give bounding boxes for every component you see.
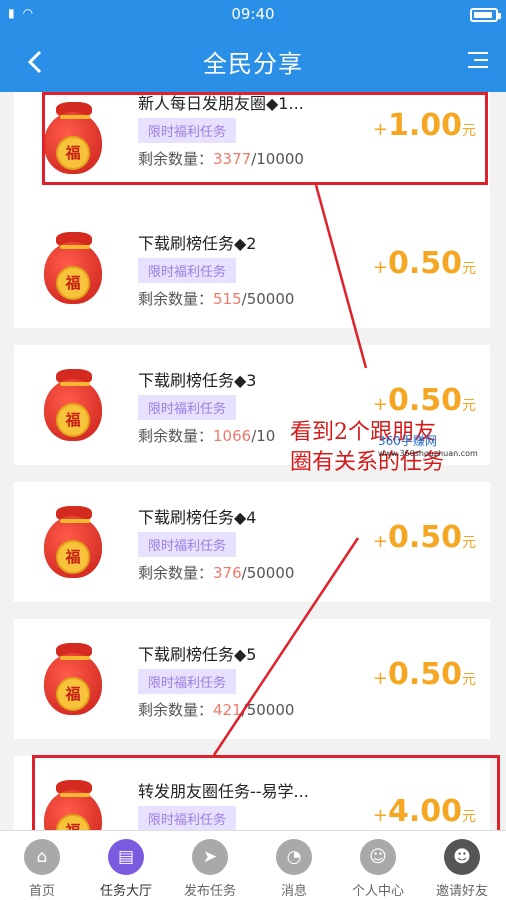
tab-profile[interactable]: ☺ 个人中心 [336,839,420,899]
task-title: 下载刷榜任务◆5 [138,645,257,664]
invite-icon: ☻ [444,839,480,875]
fortune-bag-icon: 福 [36,365,118,447]
task-title: 下载刷榜任务◆2 [138,234,257,253]
menu-icon[interactable] [466,50,488,70]
task-reward: +0.50元 [372,383,476,418]
tab-label: 任务大厅 [99,884,152,899]
task-reward: +0.50元 [372,520,476,555]
task-title: 新人每日发朋友圈◆1... [138,94,304,113]
fortune-bag-icon: 福 [36,639,118,721]
status-bar: ▮ ◠ 09:40 [0,0,506,30]
tab-label: 个人中心 [351,884,404,899]
message-icon: ◔ [276,839,312,875]
task-remaining: 剩余数量：515/50000 [138,290,295,308]
task-card[interactable]: 福 新人每日发朋友圈◆1... 限时福利任务 剩余数量：3377/10000 +… [14,92,490,210]
tab-task-hall[interactable]: ▤ 任务大厅 [84,839,168,899]
task-tag: 限时福利任务 [138,806,237,830]
watermark: 360手赚网 www.360shouzhuan.com [378,434,478,458]
task-tag: 限时福利任务 [138,395,237,420]
tab-home[interactable]: ⌂ 首页 [0,839,84,899]
tab-label: 邀请好友 [435,884,488,899]
bottom-tab-bar: ⌂ 首页 ▤ 任务大厅 ➤ 发布任务 ◔ 消息 ☺ 个人中心 ☻ 邀请好友 [0,830,506,900]
task-reward: +0.50元 [372,246,476,281]
tab-label: 首页 [28,884,55,899]
task-tag: 限时福利任务 [138,669,237,694]
tab-invite-friends[interactable]: ☻ 邀请好友 [420,839,504,899]
task-tag: 限时福利任务 [138,532,237,557]
nav-bar: 全民分享 [0,30,506,92]
task-remaining: 剩余数量：376/50000 [138,564,295,582]
task-title: 下载刷榜任务◆3 [138,371,257,390]
task-reward: +4.00元 [372,794,476,829]
send-icon: ➤ [192,839,228,875]
task-reward: +0.50元 [372,657,476,692]
tab-label: 消息 [280,884,307,899]
page-title: 全民分享 [203,50,303,78]
fortune-bag-icon: 福 [36,776,118,830]
task-hall-icon: ▤ [108,839,144,875]
status-time: 09:40 [231,5,275,23]
battery-icon [470,8,501,22]
task-title: 转发朋友圈任务--易学... [138,782,309,801]
task-title: 下载刷榜任务◆4 [138,508,257,527]
fortune-bag-icon: 福 [36,502,118,584]
task-remaining: 剩余数量：3377/10000 [138,150,304,168]
task-card[interactable]: 福 下载刷榜任务◆5 限时福利任务 剩余数量：421/50000 +0.50元 [14,619,490,739]
task-remaining: 剩余数量：421/50000 [138,701,295,719]
task-tag: 限时福利任务 [138,258,237,283]
home-icon: ⌂ [24,839,60,875]
task-tag: 限时福利任务 [138,118,237,143]
task-card[interactable]: 福 转发朋友圈任务--易学... 限时福利任务 +4.00元 [14,756,490,830]
tab-messages[interactable]: ◔ 消息 [252,839,336,899]
fortune-bag-icon: 福 [36,98,118,180]
task-reward: +1.00元 [372,108,476,143]
task-card[interactable]: 福 下载刷榜任务◆4 限时福利任务 剩余数量：376/50000 +0.50元 [14,482,490,602]
task-remaining: 剩余数量：1066/10 [138,427,276,445]
fortune-bag-icon: 福 [36,228,118,310]
tab-label: 发布任务 [183,884,236,899]
profile-icon: ☺ [360,839,396,875]
tab-publish-task[interactable]: ➤ 发布任务 [168,839,252,899]
task-card[interactable]: 福 下载刷榜任务◆2 限时福利任务 剩余数量：515/50000 +0.50元 [14,208,490,328]
